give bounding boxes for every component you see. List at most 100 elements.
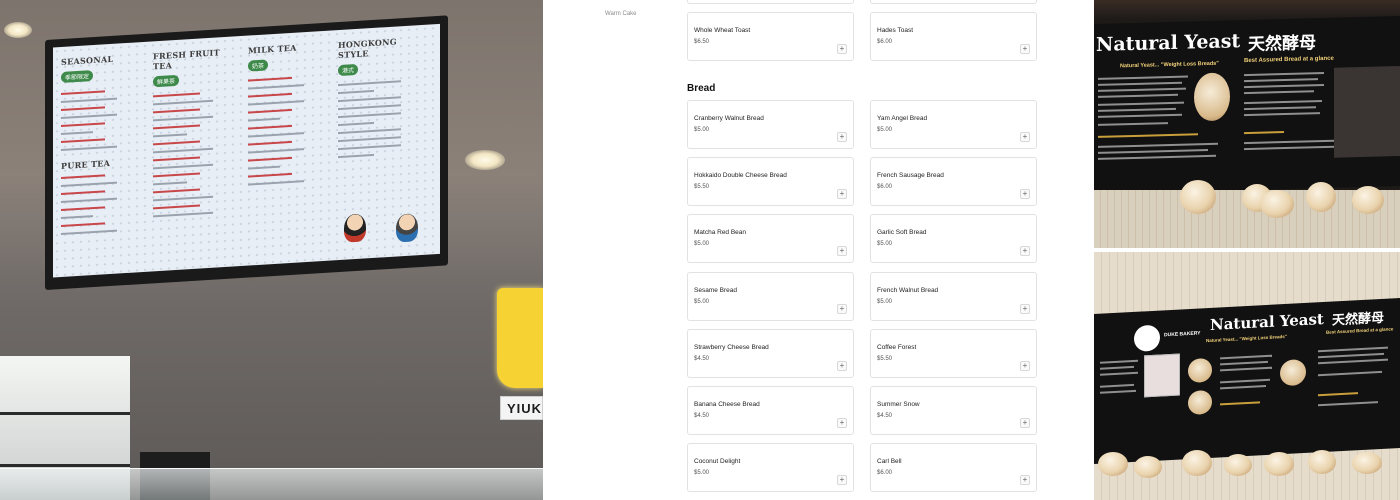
menu-column-milk-tea: MILK TEA 奶茶 — [248, 41, 328, 258]
card-edge — [870, 0, 1037, 4]
card-edge — [687, 0, 854, 4]
item-price: $5.00 — [877, 127, 893, 133]
menu-section-title: PURE TEA — [61, 158, 111, 172]
item-price: $5.00 — [694, 298, 710, 305]
add-to-cart-button[interactable]: + — [1020, 189, 1030, 200]
sidebar-item-warm-cake[interactable]: Warm Cake — [605, 11, 636, 17]
add-to-cart-button[interactable]: + — [837, 246, 847, 257]
menu-item-card[interactable]: Matcha Red Bean $5.00 + — [687, 214, 854, 264]
bread-roll — [1180, 180, 1216, 214]
menu-item-card[interactable]: Garlic Soft Bread $5.00 + — [870, 214, 1037, 264]
heart-bread-photo — [1144, 353, 1180, 398]
duke-bakery-logo-icon — [1134, 324, 1160, 352]
bread-photo — [1188, 389, 1212, 416]
menu-item-card[interactable]: Hades Toast $6.00 + — [870, 12, 1037, 61]
glass-display-case — [0, 468, 543, 500]
add-to-cart-button[interactable]: + — [1020, 246, 1030, 257]
item-price: $5.00 — [694, 127, 710, 133]
add-to-cart-button[interactable]: + — [837, 303, 847, 314]
menu-item-card[interactable]: Strawberry Cheese Bread $4.50 + — [687, 328, 854, 378]
poster-photo-top: Natural Yeast 天然酵母 Natural Yeast... "Wei… — [1094, 0, 1400, 248]
item-price: $6.50 — [694, 39, 710, 45]
poster-tagline: Natural Yeast... "Weight Loss Breads" — [1120, 60, 1219, 70]
bread-roll — [1098, 452, 1128, 476]
menu-section-title: FRESH FRUIT TEA — [153, 47, 220, 72]
bread-roll — [1352, 186, 1384, 214]
menu-section-badge: 鮮果茶 — [153, 74, 180, 88]
item-name: French Walnut Bread — [877, 286, 939, 294]
bread-roll — [1308, 450, 1336, 474]
menu-item-card[interactable]: Coconut Delight $5.00 + — [687, 443, 854, 493]
item-name: Coffee Forest — [877, 343, 917, 351]
item-price: $5.00 — [877, 298, 893, 305]
add-to-cart-button[interactable]: + — [1020, 360, 1030, 371]
item-name: Whole Wheat Toast — [694, 27, 751, 34]
poster-title-cn: 天然酵母 — [1248, 33, 1316, 55]
add-to-cart-button[interactable]: + — [837, 44, 847, 54]
item-name: Cranberry Walnut Bread — [694, 115, 764, 122]
add-to-cart-button[interactable]: + — [1020, 132, 1030, 142]
bread-roll — [1134, 456, 1162, 478]
menu-item-card[interactable]: Coffee Forest $5.50 + — [870, 328, 1037, 378]
poster-title-cn: 天然酵母 — [1332, 310, 1385, 329]
add-to-cart-button[interactable]: + — [837, 475, 847, 486]
item-price: $4.50 — [694, 413, 710, 419]
add-to-cart-button[interactable]: + — [837, 360, 847, 371]
add-to-cart-button[interactable]: + — [837, 418, 847, 428]
bread-roll — [1264, 452, 1294, 476]
menu-item-card[interactable]: Summer Snow $4.50 + — [870, 386, 1037, 435]
item-price: $6.00 — [877, 184, 893, 191]
tv-menu-board: SEASONAL 季節限定 PURE TEA FRESH FRUIT TEA 鮮… — [53, 23, 440, 278]
item-name: Matcha Red Bean — [694, 229, 747, 237]
menu-item-card[interactable]: French Sausage Bread $6.00 + — [870, 157, 1037, 207]
menu-section-title: SEASONAL — [61, 53, 114, 68]
item-name: Summer Snow — [877, 401, 920, 408]
item-name: Coconut Delight — [694, 458, 741, 466]
item-price: $4.50 — [877, 413, 893, 419]
item-name: Garlic Soft Bread — [877, 229, 927, 237]
menu-item-card[interactable]: Hokkaido Double Cheese Bread $5.50 + — [687, 157, 854, 207]
ceiling-light — [465, 150, 505, 170]
item-price: $5.50 — [694, 184, 710, 191]
ceiling-light — [4, 22, 32, 38]
item-price: $5.00 — [877, 241, 893, 248]
item-price: $5.50 — [877, 355, 893, 362]
item-price: $4.50 — [694, 355, 710, 362]
menu-item-card[interactable]: French Walnut Bread $5.00 + — [870, 271, 1037, 321]
poster-title: Natural Yeast — [1210, 309, 1324, 334]
menu-tv: SEASONAL 季節限定 PURE TEA FRESH FRUIT TEA 鮮… — [45, 15, 448, 290]
menu-item-card[interactable]: Yam Angel Bread $5.00 + — [870, 100, 1037, 149]
item-price: $5.00 — [694, 470, 710, 477]
menu-item-card[interactable]: Whole Wheat Toast $6.50 + — [687, 12, 854, 61]
bread-roll — [1260, 190, 1294, 218]
cartoon-avatar-icon — [344, 213, 366, 243]
item-name: Carl Bell — [877, 458, 902, 466]
online-menu-page: Warm Cake Whole Wheat Toast $6.50 + Hade… — [543, 0, 1094, 500]
add-to-cart-button[interactable]: + — [1020, 418, 1030, 428]
menu-item-card[interactable]: Banana Cheese Bread $4.50 + — [687, 386, 854, 435]
cartoon-avatar-icon — [396, 213, 418, 243]
item-price: $6.00 — [877, 470, 893, 477]
bread-roll — [1224, 454, 1252, 476]
poster-title: Natural Yeast — [1096, 30, 1241, 56]
item-name: Hokkaido Double Cheese Bread — [694, 172, 787, 180]
add-to-cart-button[interactable]: + — [837, 189, 847, 200]
add-to-cart-button[interactable]: + — [1020, 303, 1030, 314]
menu-column-hk-style: HONGKONG STYLE 港式 — [338, 35, 428, 253]
menu-section-badge: 奶茶 — [248, 59, 269, 72]
menu-column-seasonal: SEASONAL 季節限定 PURE TEA — [61, 52, 141, 269]
menu-item-card[interactable]: Sesame Bread $5.00 + — [687, 271, 854, 321]
add-to-cart-button[interactable]: + — [1020, 475, 1030, 486]
store-sign-text: YIUK — [507, 400, 543, 416]
menu-column-fruit-tea: FRESH FRUIT TEA 鮮果茶 — [153, 46, 238, 263]
add-to-cart-button[interactable]: + — [1020, 44, 1030, 54]
item-name: Hades Toast — [877, 27, 914, 34]
poster-tagline: Natural Yeast... "Weight Loss Breads" — [1206, 333, 1287, 344]
menu-item-card[interactable]: Carl Bell $6.00 + — [870, 443, 1037, 493]
store-photo-left: SEASONAL 季節限定 PURE TEA FRESH FRUIT TEA 鮮… — [0, 0, 543, 500]
bread-photo — [1188, 357, 1212, 384]
item-name: Strawberry Cheese Bread — [694, 343, 769, 351]
menu-item-card[interactable]: Cranberry Walnut Bread $5.00 + — [687, 100, 854, 149]
poster-photo-bottom: DUKE BAKERY Natural Yeast 天然酵母 Natural Y… — [1094, 252, 1400, 500]
add-to-cart-button[interactable]: + — [837, 132, 847, 142]
